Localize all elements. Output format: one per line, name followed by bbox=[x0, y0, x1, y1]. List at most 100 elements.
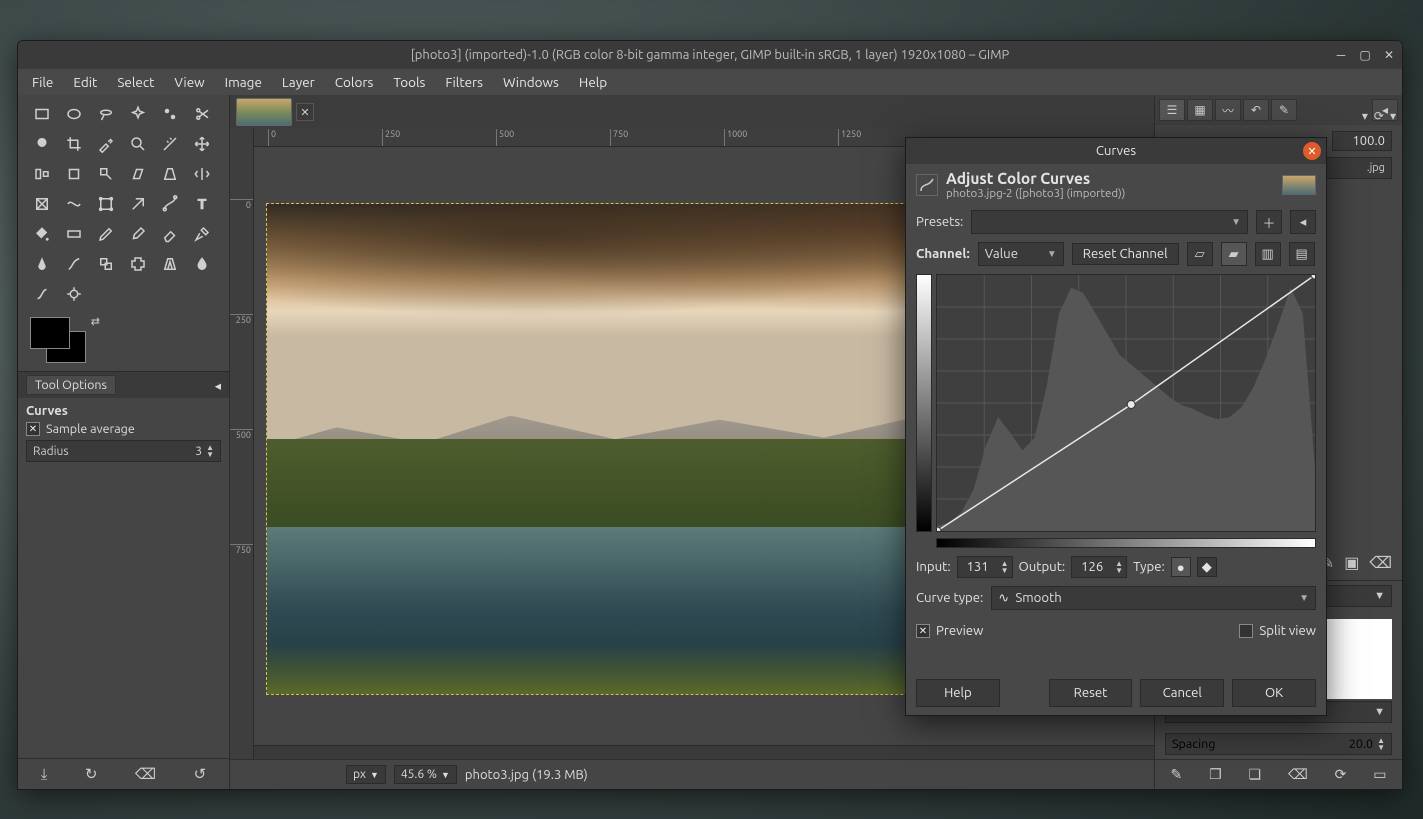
tool-rect-select[interactable] bbox=[26, 99, 58, 129]
presets-select[interactable]: ▼ bbox=[971, 210, 1248, 234]
dialog-titlebar[interactable]: Curves ✕ bbox=[906, 138, 1326, 164]
tool-zoom[interactable] bbox=[122, 129, 154, 159]
rd-refresh-icon[interactable]: ⟳ bbox=[1335, 766, 1347, 783]
rd-refresh-top-icon[interactable]: ⟳ bbox=[1374, 109, 1384, 123]
log-hist-icon[interactable]: ▰ bbox=[1221, 242, 1247, 266]
curves-graph[interactable] bbox=[936, 274, 1316, 532]
tool-align[interactable] bbox=[26, 159, 58, 189]
color-swatch[interactable]: ⇄ bbox=[18, 309, 229, 371]
tool-heal[interactable] bbox=[122, 249, 154, 279]
tool-paintbrush[interactable] bbox=[122, 219, 154, 249]
menu-select[interactable]: Select bbox=[109, 71, 162, 93]
tool-bucket[interactable] bbox=[26, 219, 58, 249]
tool-color-picker[interactable] bbox=[90, 129, 122, 159]
tool-flip[interactable] bbox=[186, 159, 218, 189]
vertical-ruler[interactable]: 0 250 500 750 bbox=[230, 129, 254, 759]
rd-delete-icon[interactable]: ⌫ bbox=[1369, 553, 1392, 572]
rd-del-icon[interactable]: ⌫ bbox=[1288, 766, 1308, 783]
radius-down-icon[interactable]: ▼ bbox=[206, 451, 214, 458]
channel-select[interactable]: Value▼ bbox=[978, 242, 1064, 266]
rd-right-arrow-icon[interactable]: ▾ bbox=[1390, 109, 1396, 123]
ok-button[interactable]: OK bbox=[1232, 679, 1316, 707]
tool-by-color[interactable] bbox=[154, 99, 186, 129]
tool-airbrush[interactable] bbox=[186, 219, 218, 249]
output-range-icon[interactable]: ▤ bbox=[1289, 242, 1315, 266]
preview-checkbox[interactable]: ✕ bbox=[916, 624, 930, 638]
delete-options-icon[interactable]: ⌫ bbox=[135, 765, 156, 783]
menu-image[interactable]: Image bbox=[217, 71, 270, 93]
tool-dodge[interactable] bbox=[58, 279, 90, 309]
tool-scale[interactable] bbox=[90, 159, 122, 189]
input-value[interactable] bbox=[958, 557, 998, 577]
point-type-smooth-icon[interactable]: ● bbox=[1171, 557, 1191, 577]
close-icon[interactable]: ✕ bbox=[1382, 48, 1396, 62]
tool-gradient[interactable] bbox=[58, 219, 90, 249]
menu-edit[interactable]: Edit bbox=[65, 71, 105, 93]
menu-tools[interactable]: Tools bbox=[385, 71, 433, 93]
image-tab-close-icon[interactable]: ✕ bbox=[296, 103, 314, 121]
tool-pencil[interactable] bbox=[90, 219, 122, 249]
tool-blur[interactable] bbox=[186, 249, 218, 279]
tool-cage[interactable] bbox=[26, 189, 58, 219]
rd-open-icon[interactable]: ▭ bbox=[1373, 766, 1386, 783]
menu-layer[interactable]: Layer bbox=[274, 71, 323, 93]
minimize-icon[interactable]: ─ bbox=[1334, 48, 1348, 62]
curve-type-select[interactable]: ∿Smooth▼ bbox=[991, 586, 1316, 610]
rd-tab-patterns-icon[interactable]: ▦ bbox=[1187, 99, 1213, 121]
tool-smudge[interactable] bbox=[26, 279, 58, 309]
horizontal-scrollbar[interactable] bbox=[254, 745, 1154, 759]
rd-edit2-icon[interactable]: ✎ bbox=[1170, 766, 1182, 783]
input-range-icon[interactable]: ▥ bbox=[1255, 242, 1281, 266]
restore-options-icon[interactable]: ↻ bbox=[85, 765, 98, 783]
sample-average-checkbox[interactable]: ✕ bbox=[26, 422, 40, 436]
tool-unified[interactable] bbox=[90, 189, 122, 219]
rd-dup-icon[interactable]: ❏ bbox=[1249, 766, 1262, 783]
tool-perspective-clone[interactable] bbox=[154, 249, 186, 279]
cancel-button[interactable]: Cancel bbox=[1140, 679, 1224, 707]
menu-view[interactable]: View bbox=[166, 71, 212, 93]
rd-left-arrow-icon[interactable]: ▾ bbox=[1362, 109, 1368, 123]
rd-opacity-value[interactable]: 100.0 bbox=[1332, 131, 1392, 151]
tool-paths[interactable] bbox=[154, 189, 186, 219]
swap-colors-icon[interactable]: ⇄ bbox=[91, 315, 100, 328]
menu-help[interactable]: Help bbox=[571, 71, 615, 93]
tool-rotate[interactable] bbox=[58, 159, 90, 189]
tool-warp[interactable] bbox=[58, 189, 90, 219]
reset-channel-button[interactable]: Reset Channel bbox=[1072, 243, 1179, 265]
radius-slider[interactable]: Radius 3 ▲▼ bbox=[26, 440, 221, 462]
split-view-checkbox[interactable] bbox=[1239, 624, 1253, 638]
tool-clone[interactable] bbox=[90, 249, 122, 279]
rd-new-icon[interactable]: ▣ bbox=[1344, 553, 1359, 572]
rd-tab-brushes-icon[interactable]: ☰ bbox=[1159, 99, 1185, 121]
rd-tab-gradients-icon[interactable]: 〰 bbox=[1215, 99, 1241, 121]
rd-new2-icon[interactable]: ❐ bbox=[1209, 766, 1222, 783]
tool-fuzzy-select[interactable] bbox=[122, 99, 154, 129]
menu-windows[interactable]: Windows bbox=[495, 71, 567, 93]
tool-mypaint[interactable] bbox=[58, 249, 90, 279]
output-spinner[interactable]: ▲▼ bbox=[1071, 556, 1127, 578]
tool-handle[interactable] bbox=[122, 189, 154, 219]
input-spinner[interactable]: ▲▼ bbox=[957, 556, 1013, 578]
tool-eraser[interactable] bbox=[154, 219, 186, 249]
output-value[interactable] bbox=[1072, 557, 1112, 577]
dialog-close-icon[interactable]: ✕ bbox=[1303, 142, 1321, 160]
tool-lasso[interactable] bbox=[90, 99, 122, 129]
linear-hist-icon[interactable]: ▱ bbox=[1187, 242, 1213, 266]
tool-measure[interactable] bbox=[154, 129, 186, 159]
preset-menu-icon[interactable]: ◂ bbox=[1290, 210, 1316, 234]
tool-ink[interactable] bbox=[26, 249, 58, 279]
rd-tab-undo-icon[interactable]: ↶ bbox=[1243, 99, 1269, 121]
menu-filters[interactable]: Filters bbox=[437, 71, 491, 93]
tool-crop[interactable] bbox=[58, 129, 90, 159]
rd-tab-paint-icon[interactable]: ✎ bbox=[1271, 99, 1297, 121]
tool-options-tab[interactable]: Tool Options ◂ bbox=[18, 371, 229, 398]
save-options-icon[interactable]: ⤓ bbox=[41, 765, 48, 783]
dock-menu-icon[interactable]: ◂ bbox=[215, 378, 221, 393]
spacing-slider[interactable]: Spacing 20.0 ▲▼ bbox=[1165, 733, 1392, 755]
tool-move[interactable] bbox=[186, 129, 218, 159]
tool-perspective[interactable] bbox=[154, 159, 186, 189]
add-preset-icon[interactable]: ＋ bbox=[1256, 210, 1282, 234]
menu-file[interactable]: File bbox=[24, 71, 61, 93]
titlebar[interactable]: [photo3] (imported)-1.0 (RGB color 8-bit… bbox=[18, 41, 1402, 69]
reset-button[interactable]: Reset bbox=[1049, 679, 1133, 707]
